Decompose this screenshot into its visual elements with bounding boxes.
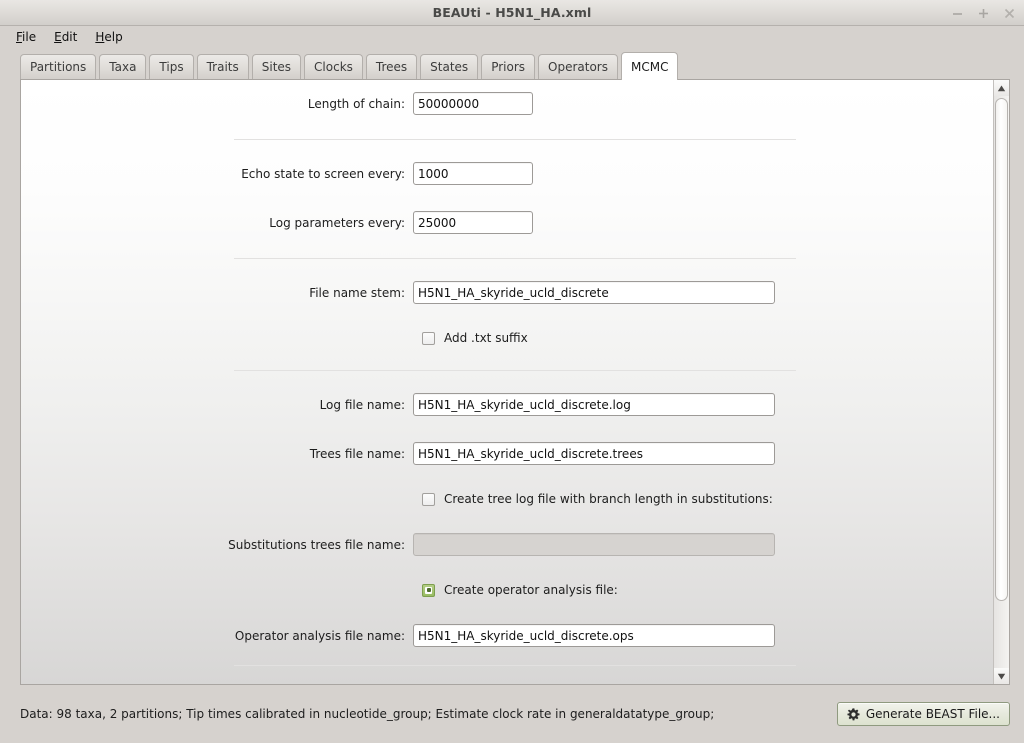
tab-states-label: States — [430, 60, 469, 74]
tab-clocks-label: Clocks — [314, 60, 353, 74]
create-tree-log-substitutions-checkbox[interactable] — [422, 492, 435, 506]
trees-file-name-input[interactable]: H5N1_HA_skyride_ucld_discrete.trees — [413, 442, 775, 465]
separator-3 — [21, 370, 993, 371]
row-operator-analysis-file-name: Operator analysis file name: H5N1_HA_sky… — [21, 622, 993, 649]
tab-taxa-label: Taxa — [109, 60, 137, 74]
generate-beast-file-label: Generate BEAST File... — [865, 707, 1000, 721]
create-operator-analysis-checkbox[interactable] — [422, 583, 435, 597]
operator-analysis-file-name-label: Operator analysis file name: — [234, 628, 405, 643]
tab-priors[interactable]: Priors — [481, 54, 536, 79]
mcmc-form: Length of chain: 50000000 Echo state to … — [21, 80, 993, 684]
row-create-operator-analysis[interactable]: Create operator analysis file: — [21, 580, 993, 600]
vertical-scrollbar[interactable] — [993, 80, 1009, 684]
echo-state-input[interactable]: 1000 — [413, 162, 533, 185]
tab-partitions-label: Partitions — [30, 60, 87, 74]
substitutions-trees-file-name-input — [413, 533, 775, 556]
tab-mcmc[interactable]: MCMC — [620, 52, 679, 80]
row-file-name-stem: File name stem: H5N1_HA_skyride_ucld_dis… — [21, 279, 993, 306]
menu-edit-mnemonic: E — [54, 30, 62, 44]
menu-bar: File Edit Help — [0, 26, 1024, 48]
menu-help-label: elp — [104, 30, 123, 44]
menu-file[interactable]: File — [8, 29, 44, 45]
scrollbar-thumb[interactable] — [995, 98, 1008, 602]
tab-tips-label: Tips — [159, 60, 184, 74]
tab-priors-label: Priors — [491, 60, 526, 74]
scroll-down-icon[interactable] — [994, 668, 1009, 684]
menu-help[interactable]: Help — [87, 29, 130, 45]
row-echo-state: Echo state to screen every: 1000 — [21, 160, 993, 187]
separator-4 — [21, 665, 993, 666]
menu-edit-label: dit — [61, 30, 78, 44]
tab-tips[interactable]: Tips — [149, 54, 194, 79]
log-file-name-input[interactable]: H5N1_HA_skyride_ucld_discrete.log — [413, 393, 775, 416]
log-parameters-label: Log parameters every: — [269, 215, 405, 230]
beauti-window: BEAUti - H5N1_HA.xml File Edit Help Part… — [0, 0, 1024, 743]
row-create-tree-log-substitutions[interactable]: Create tree log file with branch length … — [21, 489, 993, 509]
minimize-icon[interactable] — [951, 6, 964, 20]
status-text: Data: 98 taxa, 2 partitions; Tip times c… — [20, 707, 715, 721]
length-of-chain-input[interactable]: 50000000 — [413, 92, 533, 115]
generate-beast-file-button[interactable]: Generate BEAST File... — [836, 702, 1010, 726]
tab-trees[interactable]: Trees — [365, 54, 418, 79]
scrollbar-track[interactable] — [994, 96, 1009, 668]
tab-mcmc-label: MCMC — [630, 59, 669, 74]
length-of-chain-label: Length of chain: — [307, 96, 405, 111]
tab-taxa[interactable]: Taxa — [99, 54, 147, 79]
row-length-of-chain: Length of chain: 50000000 — [21, 90, 993, 117]
tab-traits-label: Traits — [206, 60, 239, 74]
echo-state-label: Echo state to screen every: — [241, 166, 405, 181]
title-bar: BEAUti - H5N1_HA.xml — [0, 0, 1024, 26]
log-file-name-label: Log file name: — [319, 397, 405, 412]
separator-1 — [21, 139, 993, 140]
tab-operators[interactable]: Operators — [538, 54, 618, 79]
create-operator-analysis-label: Create operator analysis file: — [444, 583, 618, 597]
create-tree-log-substitutions-label: Create tree log file with branch length … — [444, 492, 773, 506]
tab-bar: Partitions Taxa Tips Traits Sites Clocks… — [0, 48, 1024, 80]
mcmc-scroll-viewport: Length of chain: 50000000 Echo state to … — [21, 80, 993, 684]
window-title: BEAUti - H5N1_HA.xml — [432, 5, 592, 20]
tab-clocks[interactable]: Clocks — [304, 54, 363, 79]
row-substitutions-trees-file-name: Substitutions trees file name: — [21, 531, 993, 558]
separator-2 — [21, 258, 993, 259]
window-controls — [951, 0, 1016, 26]
trees-file-name-label: Trees file name: — [309, 446, 405, 461]
tab-trees-label: Trees — [375, 60, 408, 74]
substitutions-trees-file-name-label: Substitutions trees file name: — [228, 537, 405, 552]
row-log-file-name: Log file name: H5N1_HA_skyride_ucld_disc… — [21, 391, 993, 418]
file-name-stem-input[interactable]: H5N1_HA_skyride_ucld_discrete — [413, 281, 775, 304]
tab-operators-label: Operators — [548, 60, 608, 74]
tab-sites[interactable]: Sites — [251, 54, 302, 79]
menu-edit[interactable]: Edit — [46, 29, 85, 45]
add-txt-suffix-checkbox[interactable] — [422, 331, 435, 345]
maximize-icon[interactable] — [977, 6, 990, 20]
log-parameters-input[interactable]: 25000 — [413, 211, 533, 234]
scroll-up-icon[interactable] — [994, 80, 1009, 96]
tab-states[interactable]: States — [420, 54, 479, 79]
mcmc-panel: Length of chain: 50000000 Echo state to … — [20, 79, 1010, 685]
row-log-parameters: Log parameters every: 25000 — [21, 209, 993, 236]
tab-traits[interactable]: Traits — [196, 54, 249, 79]
add-txt-suffix-label: Add .txt suffix — [444, 331, 528, 345]
file-name-stem-label: File name stem: — [309, 285, 405, 300]
gear-icon — [847, 707, 860, 721]
close-icon[interactable] — [1003, 6, 1016, 20]
status-bar: Data: 98 taxa, 2 partitions; Tip times c… — [0, 685, 1024, 743]
row-trees-file-name: Trees file name: H5N1_HA_skyride_ucld_di… — [21, 440, 993, 467]
row-add-txt-suffix[interactable]: Add .txt suffix — [21, 328, 993, 348]
tab-sites-label: Sites — [261, 60, 292, 74]
operator-analysis-file-name-input[interactable]: H5N1_HA_skyride_ucld_discrete.ops — [413, 624, 775, 647]
menu-file-label: ile — [22, 30, 37, 44]
tab-partitions[interactable]: Partitions — [20, 54, 97, 79]
